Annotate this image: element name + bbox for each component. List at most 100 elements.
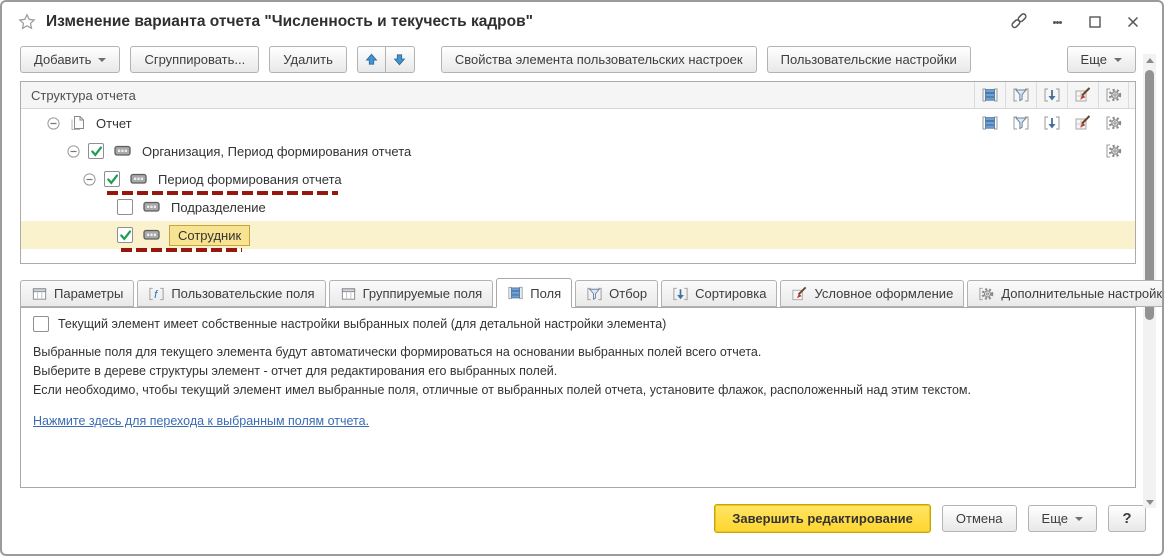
group-button[interactable]: Сгруппировать... (130, 46, 259, 73)
conditional-appearance-icon[interactable] (1067, 82, 1098, 108)
tree-row-label: Организация, Период формирования отчета (142, 144, 411, 159)
maximize-icon[interactable] (1080, 9, 1110, 35)
tab-additional-settings[interactable]: Дополнительные настройки (967, 280, 1164, 307)
delete-button[interactable]: Удалить (269, 46, 347, 73)
move-up-button[interactable] (357, 46, 386, 73)
footer-more-button[interactable]: Еще (1028, 505, 1097, 532)
tab-fields-active[interactable]: Поля (496, 278, 572, 308)
arrow-up-icon (364, 52, 379, 67)
more-button[interactable]: Еще (1067, 46, 1136, 73)
annotation-dashed-underline-period (107, 191, 338, 195)
conditional-appearance-icon (791, 286, 808, 302)
titlebar: Изменение варианта отчета "Численность и… (2, 2, 1162, 42)
fields-icon (507, 285, 524, 301)
tab-parameters[interactable]: Параметры (20, 280, 134, 307)
annotation-dashed-underline-employee (121, 248, 242, 252)
tree-row-department[interactable]: Подразделение (21, 193, 1135, 221)
group-button-label: Сгруппировать... (144, 52, 245, 67)
row-checkbox-unchecked[interactable] (117, 199, 133, 215)
report-structure-tree: Структура отчета (20, 81, 1136, 264)
scroll-down-icon[interactable] (1143, 496, 1156, 508)
own-settings-checkbox-label: Текущий элемент имеет собственные настро… (58, 317, 666, 331)
element-props-label: Свойства элемента пользовательских настр… (455, 52, 743, 67)
finish-editing-label: Завершить редактирование (732, 511, 913, 526)
filter-icon (586, 286, 603, 302)
chevron-down-icon (1075, 517, 1083, 521)
report-document-icon (68, 115, 86, 132)
tree-row-label: Подразделение (171, 200, 266, 215)
selected-cell-employee[interactable]: Сотрудник (169, 225, 250, 246)
scroll-up-icon[interactable] (1143, 54, 1156, 66)
settings-icon (978, 286, 995, 302)
tab-label: Сортировка (695, 286, 766, 301)
settings-icon[interactable] (1098, 109, 1129, 137)
element-user-settings-properties-button[interactable]: Свойства элемента пользовательских настр… (441, 46, 757, 73)
reorder-buttons (357, 46, 415, 73)
window-menu-icon[interactable] (1042, 9, 1072, 35)
function-icon: f (148, 286, 165, 302)
cancel-button[interactable]: Отмена (942, 505, 1017, 532)
tree-row-organization-period[interactable]: Организация, Период формирования отчета (21, 137, 1135, 165)
conditional-appearance-icon[interactable] (1067, 109, 1098, 137)
favorite-star-icon[interactable] (18, 13, 36, 31)
table-icon (340, 286, 357, 302)
tab-label: Параметры (54, 286, 123, 301)
cancel-label: Отмена (956, 511, 1003, 526)
tab-custom-fields[interactable]: f Пользовательские поля (137, 280, 325, 307)
help-button[interactable]: ? (1108, 505, 1146, 532)
sorting-icon[interactable] (1036, 82, 1067, 108)
tree-row-employee-selected[interactable]: Сотрудник (21, 221, 1135, 249)
row-checkbox-checked[interactable] (117, 227, 133, 243)
collapse-icon[interactable] (47, 117, 60, 130)
row-checkbox-checked[interactable] (88, 143, 104, 159)
info-text-line: Если необходимо, чтобы текущий элемент и… (33, 382, 1123, 400)
user-settings-button[interactable]: Пользовательские настройки (767, 46, 971, 73)
tree-row-label: Период формирования отчета (158, 172, 342, 187)
user-settings-label: Пользовательские настройки (781, 52, 957, 67)
chevron-down-icon (1114, 58, 1122, 62)
settings-icon[interactable] (1098, 82, 1129, 108)
grouping-item-icon (114, 145, 132, 157)
settings-tabs: Параметры f Пользовательские поля Группи… (20, 278, 1136, 307)
collapse-icon[interactable] (67, 145, 80, 158)
filter-icon[interactable] (1005, 109, 1036, 137)
move-down-button[interactable] (386, 46, 415, 73)
row-checkbox-checked[interactable] (104, 171, 120, 187)
get-link-icon[interactable] (1004, 9, 1034, 35)
fields-tab-panel: Текущий элемент имеет собственные настро… (20, 307, 1136, 488)
row-icon-strip (974, 137, 1129, 165)
toolbar: Добавить Сгруппировать... Удалить Свойст… (2, 42, 1162, 79)
tab-label: Группируемые поля (363, 286, 483, 301)
tree-row-report[interactable]: Отчет (21, 109, 1135, 137)
grouping-fields-icon[interactable] (974, 82, 1005, 108)
collapse-icon[interactable] (83, 173, 96, 186)
add-button[interactable]: Добавить (20, 46, 120, 73)
table-icon (31, 286, 48, 302)
go-to-report-fields-link[interactable]: Нажмите здесь для перехода к выбранным п… (33, 414, 369, 428)
sorting-icon[interactable] (1036, 109, 1067, 137)
grouping-fields-icon[interactable] (974, 109, 1005, 137)
tree-row-label: Отчет (96, 116, 132, 131)
own-settings-checkbox-row: Текущий элемент имеет собственные настро… (33, 316, 1123, 332)
more-button-label: Еще (1081, 52, 1107, 67)
tab-label: Пользовательские поля (171, 286, 314, 301)
tab-filter[interactable]: Отбор (575, 280, 658, 307)
tab-group-fields[interactable]: Группируемые поля (329, 280, 494, 307)
own-settings-checkbox-unchecked[interactable] (33, 316, 49, 332)
settings-icon[interactable] (1098, 137, 1129, 165)
tree-header-icon-strip (974, 82, 1129, 108)
grouping-item-icon (143, 229, 161, 241)
finish-editing-button[interactable]: Завершить редактирование (714, 504, 931, 533)
report-variant-window: Изменение варианта отчета "Численность и… (0, 0, 1164, 556)
row-icon-strip (974, 109, 1129, 137)
info-text-line: Выбранные поля для текущего элемента буд… (33, 344, 1123, 362)
close-icon[interactable] (1118, 9, 1148, 35)
filter-icon[interactable] (1005, 82, 1036, 108)
help-label: ? (1122, 510, 1131, 527)
tab-label: Условное оформление (814, 286, 953, 301)
tree-header: Структура отчета (21, 82, 1135, 109)
tab-conditional-appearance[interactable]: Условное оформление (780, 280, 964, 307)
tab-sorting[interactable]: Сортировка (661, 280, 777, 307)
tree-row-period[interactable]: Период формирования отчета (21, 165, 1135, 193)
info-text-line: Выберите в дереве структуры элемент - от… (33, 363, 1123, 381)
